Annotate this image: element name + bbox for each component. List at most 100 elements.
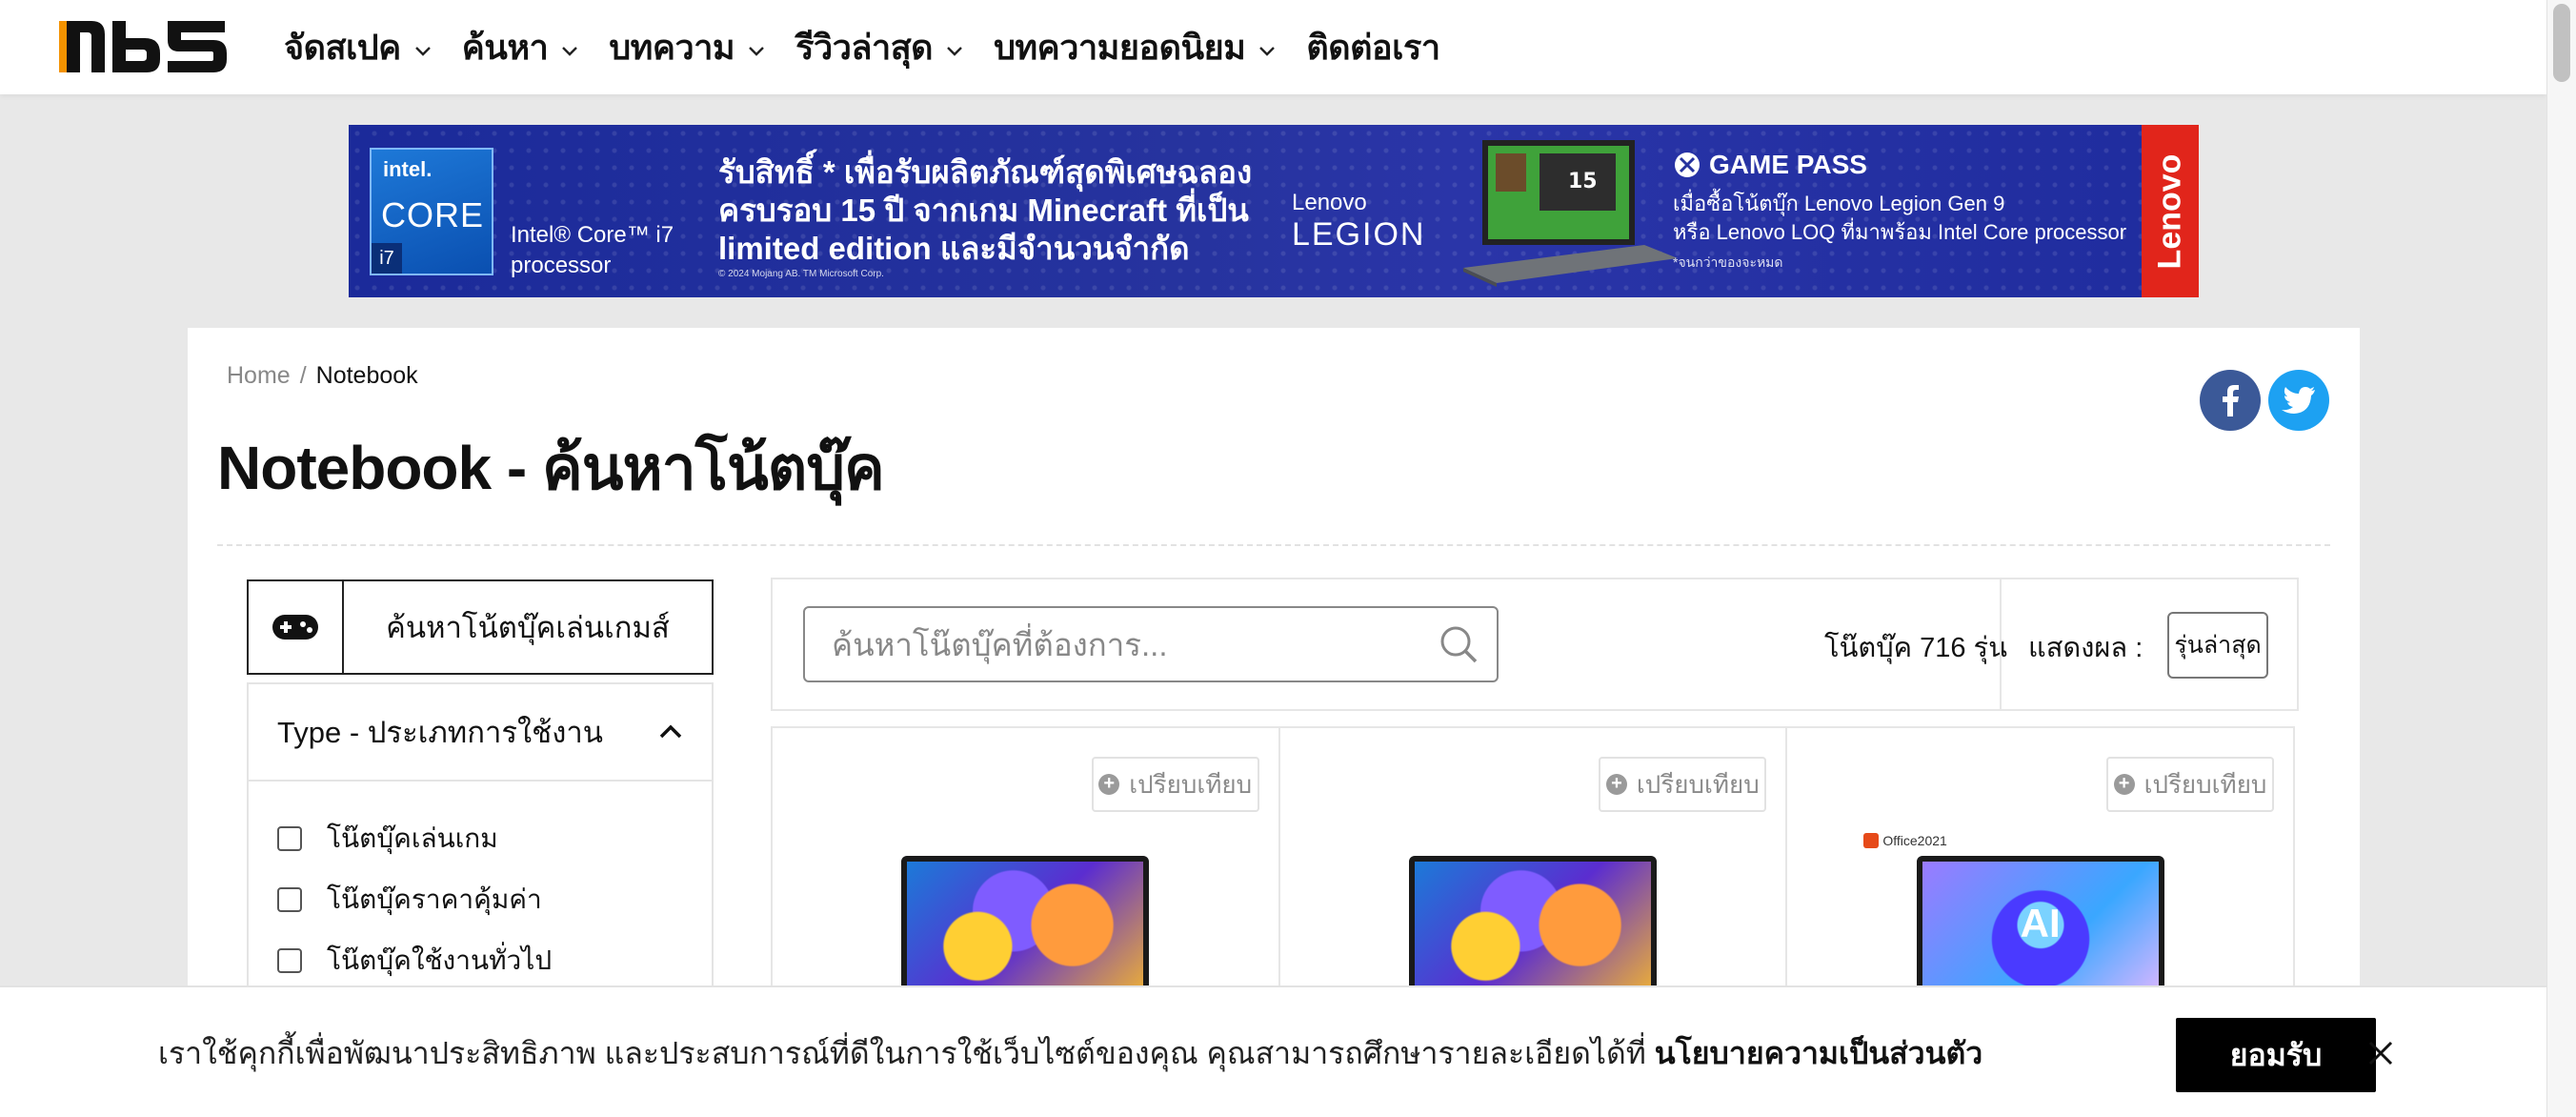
promo-line: รับสิทธิ์ * เพื่อรับผลิตภัณฑ์สุดพิเศษฉลอ… — [718, 154, 1253, 190]
menu-search-label: ค้นหา — [461, 28, 549, 67]
filter-option[interactable]: โน๊ตบุ๊คเล่นเกม — [277, 808, 712, 869]
menu-popular-articles[interactable]: บทความยอดนิยม — [994, 20, 1278, 74]
menu-contact[interactable]: ติดต่อเรา — [1306, 20, 1440, 74]
chevron-down-icon — [947, 46, 962, 56]
intel-core-text: CORE — [381, 195, 485, 234]
filter-checkbox[interactable] — [277, 826, 302, 851]
svg-text:15: 15 — [1568, 170, 1598, 193]
legion-logo-bottom: LEGION — [1292, 216, 1426, 253]
menu-search[interactable]: ค้นหา — [462, 20, 581, 74]
compare-label: เปรียบเทียบ — [1129, 769, 1253, 799]
menu-spec-label: จัดสเปค — [284, 28, 401, 67]
scrollbar-thumb[interactable] — [2553, 4, 2570, 82]
gamepass-line: เมื่อซื้อโน้ตบุ๊ก Lenovo Legion Gen 9 — [1673, 192, 2005, 215]
compare-button[interactable]: + เปรียบเทียบ — [2106, 757, 2275, 812]
chevron-down-icon — [414, 46, 431, 56]
filter-option-label: โน๊ตบุ๊คเล่นเกม — [327, 823, 498, 853]
results-toolbar: ค้นหาโน๊ตบุ๊คที่ต้องการ... โน๊ตบุ๊ค 716 … — [771, 578, 2299, 711]
gamepad-icon-box — [249, 581, 344, 673]
intel-caption: Intel® Core™ i7 processor — [511, 222, 674, 278]
main-menu: จัดสเปค ค้นหา บทความ รีวิวล่าสุด บทความย… — [284, 0, 1469, 94]
twitter-share-button[interactable] — [2268, 370, 2329, 431]
chevron-down-icon — [562, 46, 578, 56]
lenovo-side-text: Lenovo — [2151, 153, 2188, 269]
menu-latest-reviews-label: รีวิวล่าสุด — [795, 28, 934, 67]
xbox-icon — [1675, 152, 1700, 177]
social-share — [2200, 370, 2329, 431]
page-title: Notebook - ค้นหาโน้ตบุ๊ค — [217, 434, 885, 502]
search-icon[interactable] — [1438, 623, 1479, 665]
twitter-icon — [2282, 387, 2315, 414]
gamepass-title: GAME PASS — [1673, 150, 2149, 180]
laptop-image: 15 — [1463, 140, 1678, 287]
plus-circle-icon: + — [2113, 774, 2135, 795]
filter-checkbox[interactable] — [277, 887, 302, 912]
compare-button[interactable]: + เปรียบเทียบ — [1599, 757, 1767, 812]
intel-tier-text: i7 — [372, 243, 402, 274]
gamepass-block: GAME PASS เมื่อซื้อโน้ตบุ๊ก Lenovo Legio… — [1673, 150, 2149, 274]
result-count: โน๊ตบุ๊ค 716 รุ่น — [1824, 633, 2007, 663]
gamepass-text: เมื่อซื้อโน้ตบุ๊ก Lenovo Legion Gen 9 หร… — [1673, 190, 2149, 247]
filter-option-label: โน๊ตบุ๊คใช้งานทั่วไป — [327, 945, 553, 975]
breadcrumb-home[interactable]: Home — [227, 362, 291, 390]
compare-button[interactable]: + เปรียบเทียบ — [1091, 757, 1259, 812]
breadcrumb-current: Notebook — [315, 362, 418, 389]
facebook-share-button[interactable] — [2200, 370, 2261, 431]
intel-core-badge: intel. CORE i7 — [370, 148, 493, 275]
menu-articles[interactable]: บทความ — [609, 20, 767, 74]
menu-spec[interactable]: จัดสเปค — [284, 20, 433, 74]
promo-text: รับสิทธิ์ * เพื่อรับผลิตภัณฑ์สุดพิเศษฉลอ… — [718, 153, 1290, 281]
promo-line: ครบรอบ 15 ปี จากเกม Minecraft ที่เป็น — [718, 193, 1249, 228]
office-icon — [1863, 833, 1880, 848]
breadcrumb: Home / Notebook — [227, 362, 418, 390]
cookie-message: เราใช้คุกกี้เพื่อพัฒนาประสิทธิภาพ และประ… — [158, 1029, 1982, 1078]
chevron-down-icon — [1259, 46, 1276, 56]
facebook-icon — [2223, 385, 2239, 416]
accept-cookies-button[interactable]: ยอมรับ — [2176, 1018, 2376, 1092]
page-scrollbar[interactable] — [2546, 0, 2576, 1117]
legion-logo: Lenovo LEGION — [1292, 190, 1425, 254]
gamepass-fineprint: *จนกว่าของจะหมด — [1673, 254, 1783, 270]
game-notebook-search-label: ค้นหาโน้ตบุ๊คเล่นเกมส์ — [386, 611, 670, 644]
menu-latest-reviews[interactable]: รีวิวล่าสุด — [795, 20, 965, 74]
type-filter-title: Type - ประเภทการใช้งาน — [277, 716, 603, 749]
legion-logo-top: Lenovo — [1292, 190, 1367, 215]
ai-screen-text: AI — [2020, 901, 2061, 946]
promo-fineprint: © 2024 Mojang AB. TM Microsoft Corp. — [718, 269, 884, 279]
menu-articles-label: บทความ — [609, 28, 735, 67]
compare-label: เปรียบเทียบ — [2143, 769, 2267, 799]
chevron-up-icon — [659, 724, 682, 739]
divider — [217, 544, 2330, 546]
menu-contact-label: ติดต่อเรา — [1306, 28, 1440, 67]
sort-select[interactable]: รุ่นล่าสุด — [2167, 612, 2268, 679]
menu-popular-articles-label: บทความยอดนิยม — [994, 28, 1246, 67]
lenovo-side-logo: Lenovo — [2142, 125, 2199, 297]
game-notebook-search-button[interactable]: ค้นหาโน้ตบุ๊คเล่นเกมส์ — [247, 579, 714, 675]
cookie-message-text: เราใช้คุกกี้เพื่อพัฒนาประสิทธิภาพ และประ… — [158, 1036, 1646, 1070]
ad-banner[interactable]: intel. CORE i7 Intel® Core™ i7 processor… — [349, 125, 2199, 297]
top-navbar: จัดสเปค ค้นหา บทความ รีวิวล่าสุด บทความย… — [0, 0, 2546, 94]
filter-option-label: โน๊ตบุ๊คราคาคุ้มค่า — [327, 884, 542, 914]
intel-brand-text: intel. — [383, 157, 433, 181]
compare-label: เปรียบเทียบ — [1636, 769, 1760, 799]
type-filter-header[interactable]: Type - ประเภทการใช้งาน — [249, 684, 712, 782]
filter-checkbox[interactable] — [277, 948, 302, 973]
office-badge: Office2021 — [1863, 833, 1947, 848]
gamepad-icon — [272, 615, 318, 640]
privacy-policy-link[interactable]: นโยบายความเป็นส่วนตัว — [1655, 1036, 1983, 1070]
office-badge-text: Office2021 — [1882, 833, 1947, 848]
filter-option[interactable]: โน๊ตบุ๊คใช้งานทั่วไป — [277, 930, 712, 991]
search-placeholder: ค้นหาโน๊ตบุ๊คที่ต้องการ... — [832, 626, 1168, 662]
gamepass-title-text: GAME PASS — [1709, 150, 1867, 179]
filter-option[interactable]: โน๊ตบุ๊คราคาคุ้มค่า — [277, 869, 712, 930]
chevron-down-icon — [749, 46, 765, 56]
sort-label: แสดงผล : — [2028, 633, 2143, 663]
promo-line: limited edition และมีจำนวนจำกัด — [718, 231, 1190, 266]
toolbar-divider — [2000, 579, 2002, 709]
notebook-search-input[interactable]: ค้นหาโน๊ตบุ๊คที่ต้องการ... — [803, 606, 1499, 682]
nbs-logo[interactable] — [55, 17, 231, 76]
cookie-consent-bar: เราใช้คุกกี้เพื่อพัฒนาประสิทธิภาพ และประ… — [0, 985, 2546, 1117]
type-filter-options: โน๊ตบุ๊คเล่นเกม โน๊ตบุ๊คราคาคุ้มค่า โน๊ต… — [249, 782, 712, 991]
plus-circle-icon: + — [1605, 774, 1627, 795]
close-icon[interactable] — [2363, 1035, 2399, 1071]
